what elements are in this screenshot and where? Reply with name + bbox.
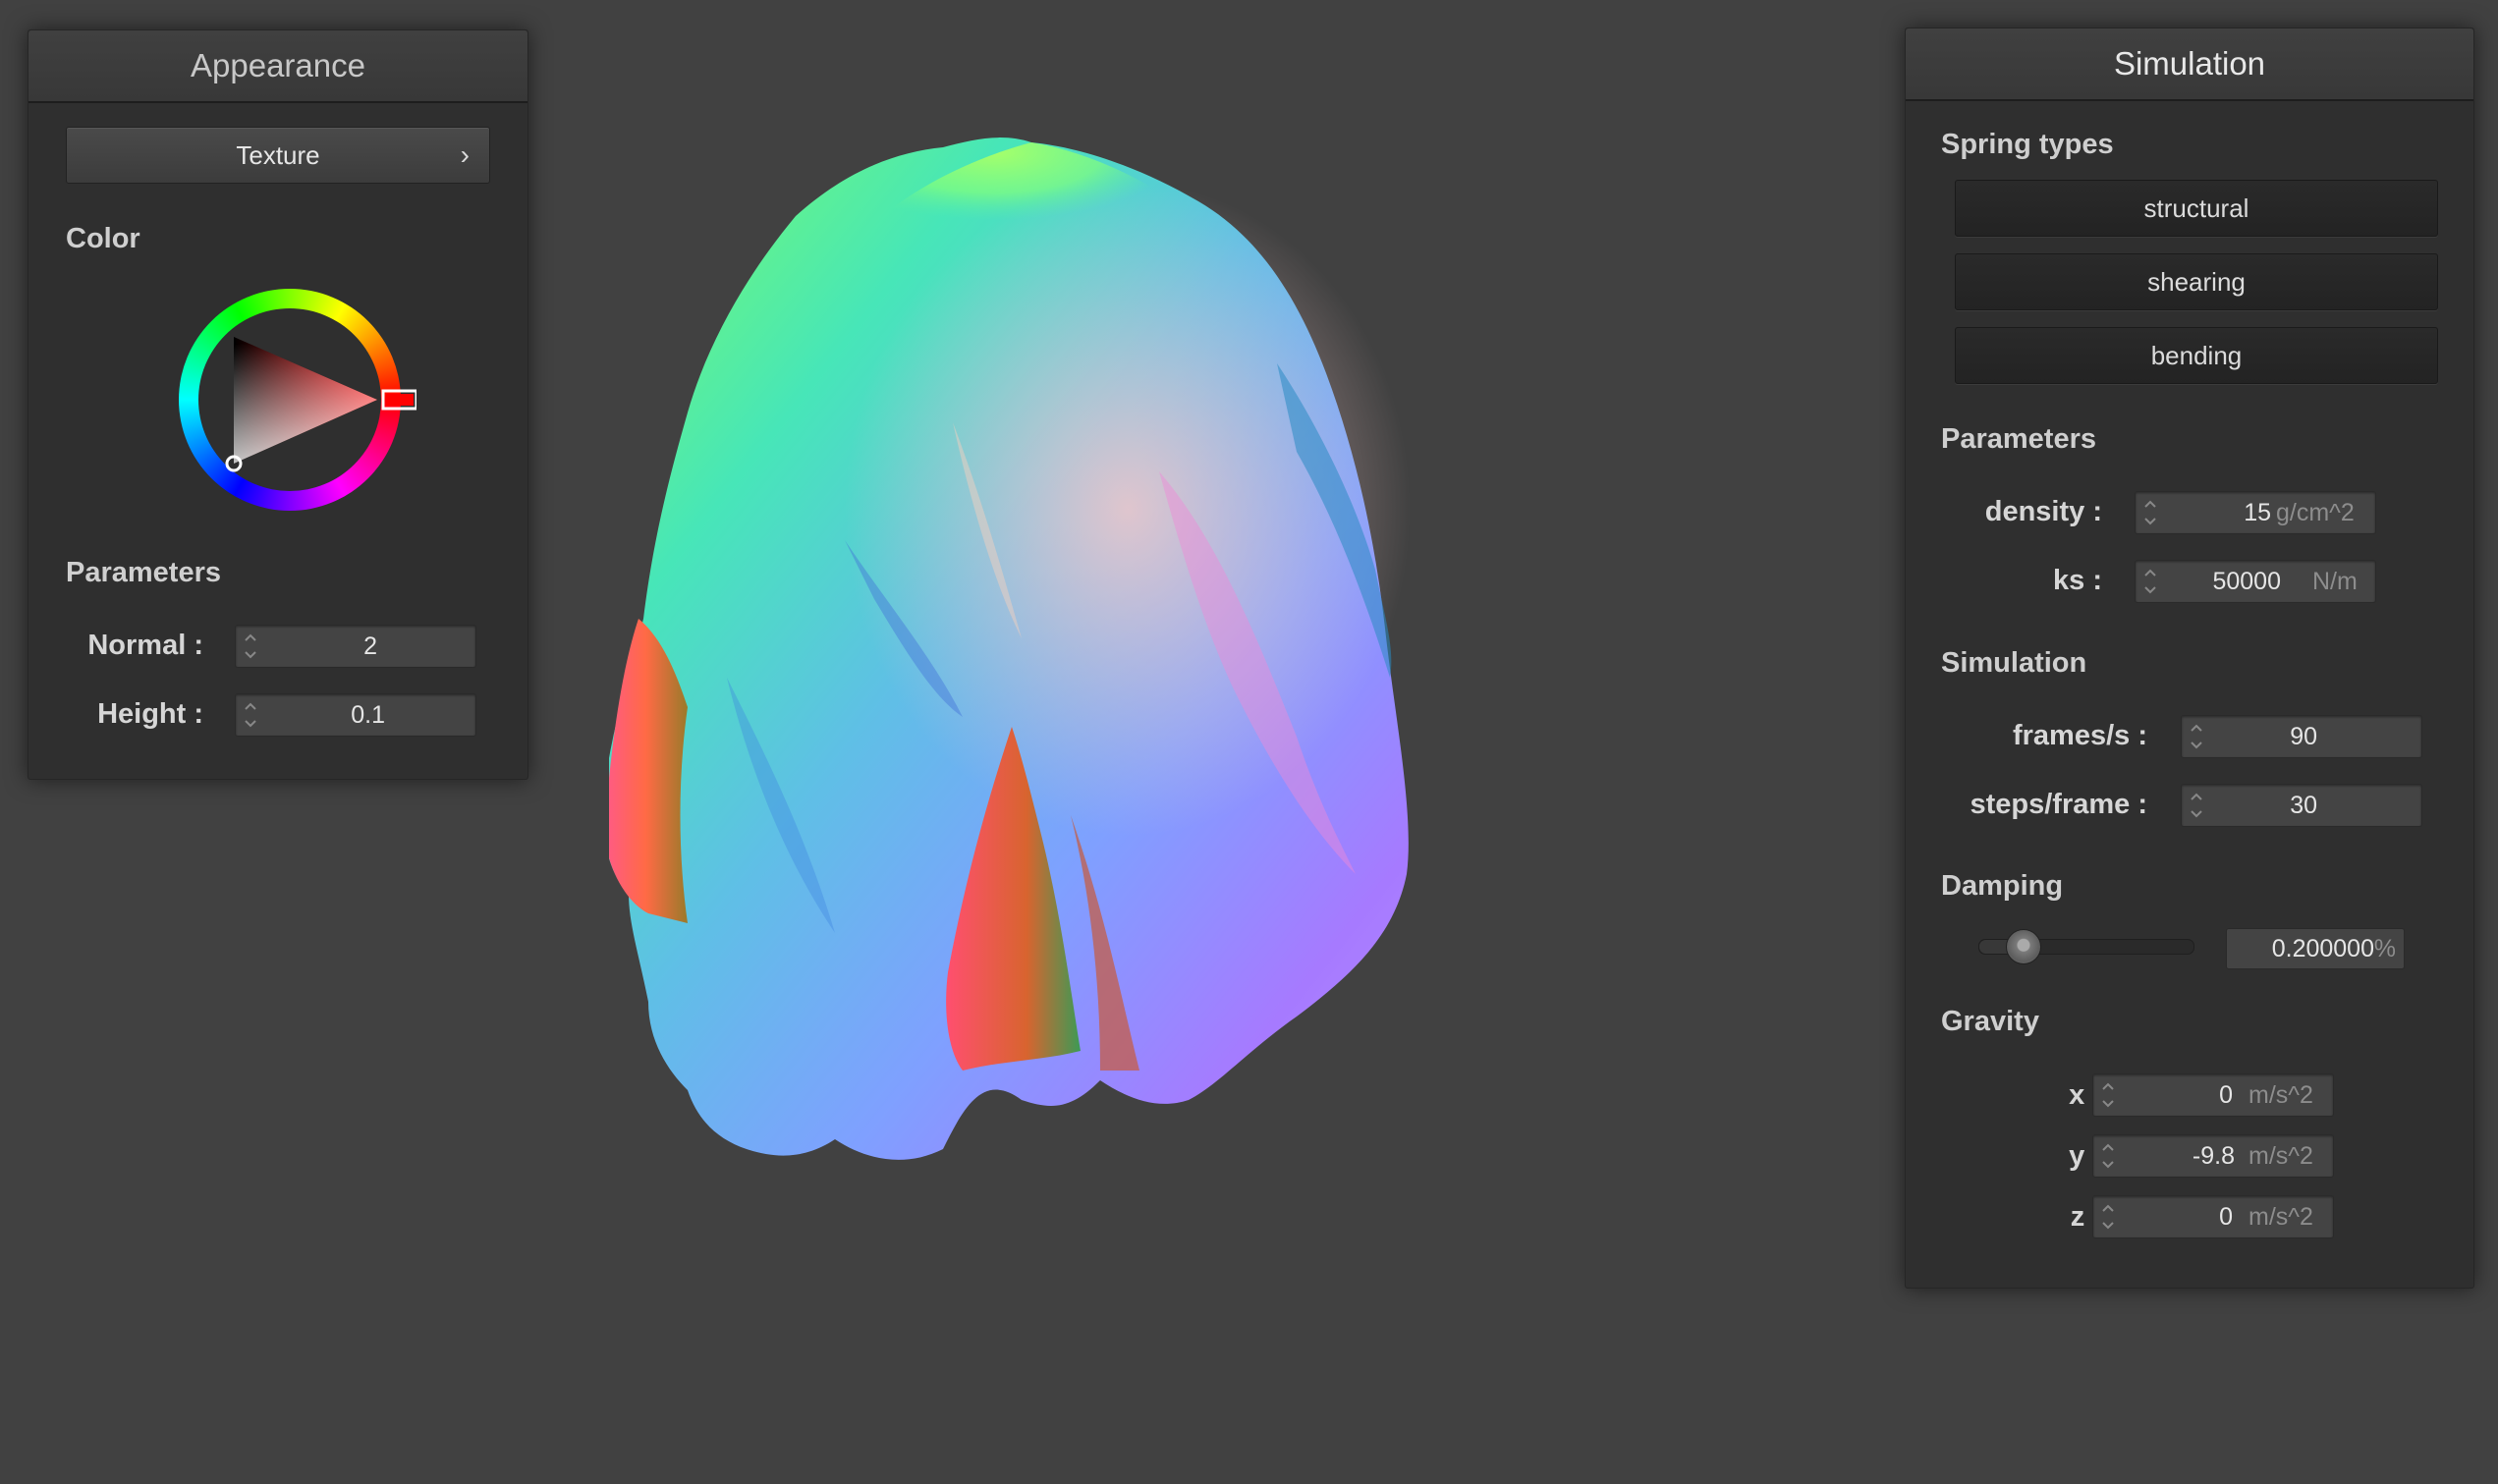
simulation-panel-title[interactable]: Simulation (1906, 28, 2473, 101)
frames-value: 90 (2290, 723, 2317, 750)
density-label: density : (1984, 496, 2102, 527)
appearance-parameters-label: Parameters (66, 557, 221, 588)
gravity-x-unit: m/s^2 (2248, 1081, 2313, 1109)
normal-label: Normal : (87, 630, 203, 661)
density-input[interactable]: 15 g/cm^2 (2135, 491, 2376, 534)
gravity-x-input[interactable]: 0 m/s^2 (2092, 1073, 2334, 1117)
simulation-section-label: Simulation (1941, 647, 2087, 679)
gravity-y-input[interactable]: -9.8 m/s^2 (2092, 1134, 2334, 1178)
ks-label: ks : (2053, 565, 2102, 596)
normal-value: 2 (363, 632, 377, 660)
damping-input[interactable]: 0.200000 % (2226, 928, 2405, 969)
appearance-panel: Appearance Texture › Color Parameters No… (28, 29, 528, 780)
density-unit: g/cm^2 (2276, 499, 2355, 526)
texture-button-label: Texture (236, 140, 320, 170)
gravity-z-input[interactable]: 0 m/s^2 (2092, 1195, 2334, 1238)
appearance-panel-title[interactable]: Appearance (28, 30, 527, 103)
frames-input[interactable]: 90 (2181, 715, 2422, 758)
gravity-z-label: z : (2070, 1201, 2102, 1233)
saturation-value-triangle[interactable] (171, 281, 416, 526)
frames-label: frames/s : (2012, 720, 2147, 751)
height-value: 0.1 (351, 701, 385, 729)
gravity-y-label: y : (2069, 1140, 2102, 1172)
gravity-z-unit: m/s^2 (2248, 1203, 2313, 1231)
cloth-mesh[interactable] (609, 128, 1552, 1218)
height-input[interactable]: 0.1 (235, 693, 476, 737)
damping-label: Damping (1941, 870, 2064, 902)
gravity-x-label: x : (2069, 1079, 2102, 1111)
color-section-label: Color (66, 223, 140, 254)
damping-value: 0.200000 (2271, 935, 2374, 962)
steps-value: 30 (2290, 792, 2317, 819)
structural-spring-button[interactable]: structural (1955, 180, 2438, 237)
steps-label: steps/frame : (1970, 789, 2147, 820)
ks-input[interactable]: 50000 N/m (2135, 560, 2376, 603)
gravity-z-value: 0 (2219, 1203, 2233, 1231)
gravity-x-value: 0 (2219, 1081, 2233, 1109)
simulation-parameters-label: Parameters (1941, 423, 2096, 455)
color-wheel[interactable] (171, 281, 416, 526)
steps-input[interactable]: 30 (2181, 784, 2422, 827)
damping-slider[interactable] (1978, 929, 2194, 964)
gravity-y-value: -9.8 (2192, 1142, 2235, 1170)
shearing-spring-button[interactable]: shearing (1955, 253, 2438, 310)
gravity-y-unit: m/s^2 (2248, 1142, 2313, 1170)
ks-value: 50000 (2212, 568, 2281, 595)
simulation-panel: Simulation Spring types structural shear… (1905, 27, 2474, 1289)
damping-unit: % (2373, 935, 2396, 962)
chevron-right-icon: › (460, 139, 470, 170)
bending-spring-button[interactable]: bending (1955, 327, 2438, 384)
density-value: 15 (2244, 499, 2271, 526)
spring-types-label: Spring types (1941, 129, 2114, 160)
ks-unit: N/m (2312, 568, 2358, 595)
damping-slider-knob[interactable] (2005, 929, 2041, 964)
height-label: Height : (97, 698, 203, 730)
normal-input[interactable]: 2 (235, 625, 476, 668)
gravity-label: Gravity (1941, 1006, 2039, 1037)
texture-popup-button[interactable]: Texture › (66, 127, 490, 184)
